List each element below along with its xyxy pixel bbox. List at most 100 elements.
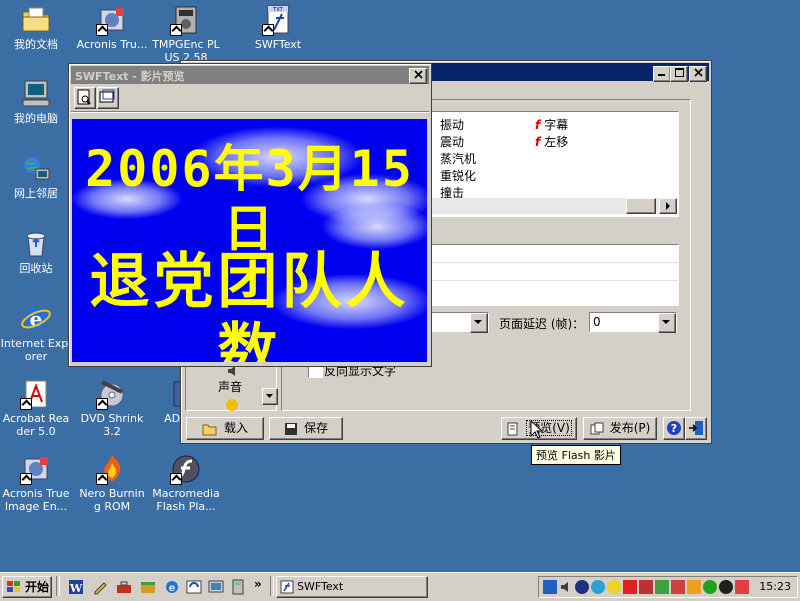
tray-app-icon[interactable] — [735, 580, 749, 594]
publish-button[interactable]: 发布(P) — [583, 417, 657, 440]
desktop-icon-label: 我的电脑 — [14, 112, 58, 125]
maximize-button[interactable] — [670, 66, 688, 82]
tray-app-icon[interactable] — [639, 580, 653, 594]
preview-window-titlebar[interactable]: SWFText - 影片预览 — [71, 66, 429, 84]
tray-app-icon[interactable] — [703, 580, 717, 594]
save-button[interactable]: 保存 — [269, 417, 343, 440]
system-tray: 15:23 — [538, 576, 798, 598]
exit-icon — [689, 421, 703, 435]
load-button[interactable]: 载入 — [186, 417, 264, 440]
tray-app-icon[interactable] — [607, 580, 621, 594]
tray-app-icon[interactable] — [591, 580, 605, 594]
svg-text:W: W — [69, 582, 83, 595]
desktop-icon-label: Acrobat Reader 5.0 — [2, 412, 70, 438]
quicklaunch-overflow[interactable]: » — [254, 577, 262, 591]
options-panel[interactable]: 声音 — [185, 361, 278, 411]
desktop-icon-recycle-bin[interactable]: 回收站 — [0, 228, 72, 275]
help-button[interactable]: ? — [663, 417, 685, 440]
arrow-right-icon — [666, 202, 670, 210]
tray-app-icon[interactable] — [687, 580, 701, 594]
effects-scrollbar[interactable] — [430, 198, 677, 214]
task-button-swftext[interactable]: SWFText — [276, 576, 428, 598]
desktop-icon-label: DVD Shrink 3.2 — [80, 412, 144, 438]
text-row-divider — [430, 280, 678, 281]
chevron-down-icon — [662, 320, 670, 324]
exit-button[interactable] — [685, 417, 707, 440]
floppy-disk-icon — [284, 422, 297, 435]
desktop-icon-acrobat[interactable]: Acrobat Reader 5.0 — [0, 378, 72, 438]
tray-app-icon[interactable] — [719, 580, 733, 594]
minimize-button[interactable] — [653, 66, 671, 82]
desktop-icon-flash-player[interactable]: Macromedia Flash Pla... — [150, 453, 222, 513]
desktop-show-icon[interactable] — [208, 579, 224, 595]
effects-list[interactable]: 振动 震动 蒸汽机 重锐化 撞击 f 字幕 f 左移 — [429, 111, 679, 217]
preview-line1: 2006年3月15日 — [85, 140, 414, 258]
frame-delay-value: 0 — [593, 315, 601, 329]
tray-swftext-icon[interactable] — [543, 580, 557, 594]
open-folder-icon — [202, 424, 217, 435]
frame-delay-label: 页面延迟 (帧)： — [499, 317, 585, 331]
minimize-icon — [658, 74, 665, 76]
word-icon[interactable]: W — [68, 579, 84, 595]
desktop-icon-network[interactable]: 网上邻居 — [0, 153, 72, 200]
desktop-icon-internet-explorer[interactable]: e Internet Explorer — [0, 303, 72, 363]
mouse-cursor-icon — [530, 420, 544, 439]
maximize-icon — [674, 68, 684, 77]
desktop-icon-label: Internet Explorer — [0, 337, 72, 363]
movie-preview-window: SWFText - 影片预览 2006年3月15日 退党团队人数 — [68, 63, 432, 367]
combo-dropdown-button[interactable] — [470, 313, 488, 333]
desktop-icon-my-documents[interactable]: 我的文档 — [0, 4, 72, 51]
effect-item[interactable]: 蒸汽机 — [440, 150, 476, 167]
desktop-icon-acronis[interactable]: Acronis Tru... — [76, 4, 148, 51]
preview-close-button[interactable] — [409, 68, 427, 84]
books-icon[interactable] — [140, 579, 156, 595]
effect-combo[interactable] — [429, 312, 489, 333]
chevron-down-icon — [474, 320, 482, 324]
network-icon — [24, 157, 50, 180]
calculator-icon[interactable] — [230, 579, 246, 595]
effect-item[interactable]: 震动 — [440, 133, 464, 150]
scroll-right-button[interactable] — [659, 198, 677, 214]
preview-window-title: SWFText - 影片预览 — [75, 70, 185, 83]
fit-window-icon — [99, 89, 115, 103]
frame-delay-combo[interactable]: 0 — [589, 312, 677, 333]
close-button[interactable] — [689, 66, 707, 82]
effect-item[interactable]: f 左移 — [535, 133, 568, 150]
desktop-icon-acronis-true-image[interactable]: Acronis True Image En... — [0, 453, 72, 513]
desktop-icon-tmpgenc[interactable]: TMPGEnc PLUS 2.58 — [150, 4, 222, 64]
desktop-icon-label: 网上邻居 — [14, 187, 58, 200]
swftext-app-icon — [280, 580, 294, 594]
start-button[interactable]: 开始 — [2, 576, 52, 598]
fit-window-button[interactable] — [97, 87, 119, 109]
tray-flash-icon[interactable] — [623, 580, 637, 594]
taskbar-separator — [270, 576, 274, 596]
desktop-icon-dvd-shrink[interactable]: DVD Shrink 3.2 — [76, 378, 148, 438]
my-computer-icon — [22, 80, 50, 107]
tray-app-icon[interactable] — [575, 580, 589, 594]
pen-icon[interactable] — [92, 579, 108, 595]
tray-app-icon[interactable] — [655, 580, 669, 594]
clock[interactable]: 15:23 — [759, 580, 791, 593]
preview-line2: 退党团队人数 — [89, 247, 410, 362]
text-input-area[interactable] — [429, 244, 679, 306]
toolbox-icon[interactable] — [116, 579, 132, 595]
ie-quicklaunch-icon[interactable]: e — [164, 579, 180, 595]
desktop-icon-swftext[interactable]: TXT SWFText — [242, 4, 314, 51]
zoom-button[interactable] — [74, 87, 96, 109]
effect-item[interactable]: 重锐化 — [440, 167, 476, 184]
volume-icon[interactable] — [559, 580, 573, 594]
desktop-icon-my-computer[interactable]: 我的电脑 — [0, 78, 72, 125]
desktop-icon-nero[interactable]: Nero Burning ROM — [76, 453, 148, 513]
recycle-bin-icon — [26, 232, 46, 257]
scrollbar-thumb[interactable] — [626, 198, 656, 214]
combo-dropdown-button[interactable] — [658, 313, 676, 333]
tray-app-icon[interactable] — [671, 580, 685, 594]
desktop-icon-label: Acronis Tru... — [76, 38, 148, 51]
effect-item[interactable]: 振动 — [440, 116, 464, 133]
sync-icon[interactable] — [186, 579, 202, 595]
panel-scroll-button[interactable] — [262, 388, 278, 405]
svg-text:e: e — [169, 583, 175, 594]
effect-item[interactable]: f 字幕 — [535, 116, 568, 133]
sound-label: 声音 — [218, 380, 243, 394]
preview-tooltip: 预览 Flash 影片 — [531, 445, 621, 465]
